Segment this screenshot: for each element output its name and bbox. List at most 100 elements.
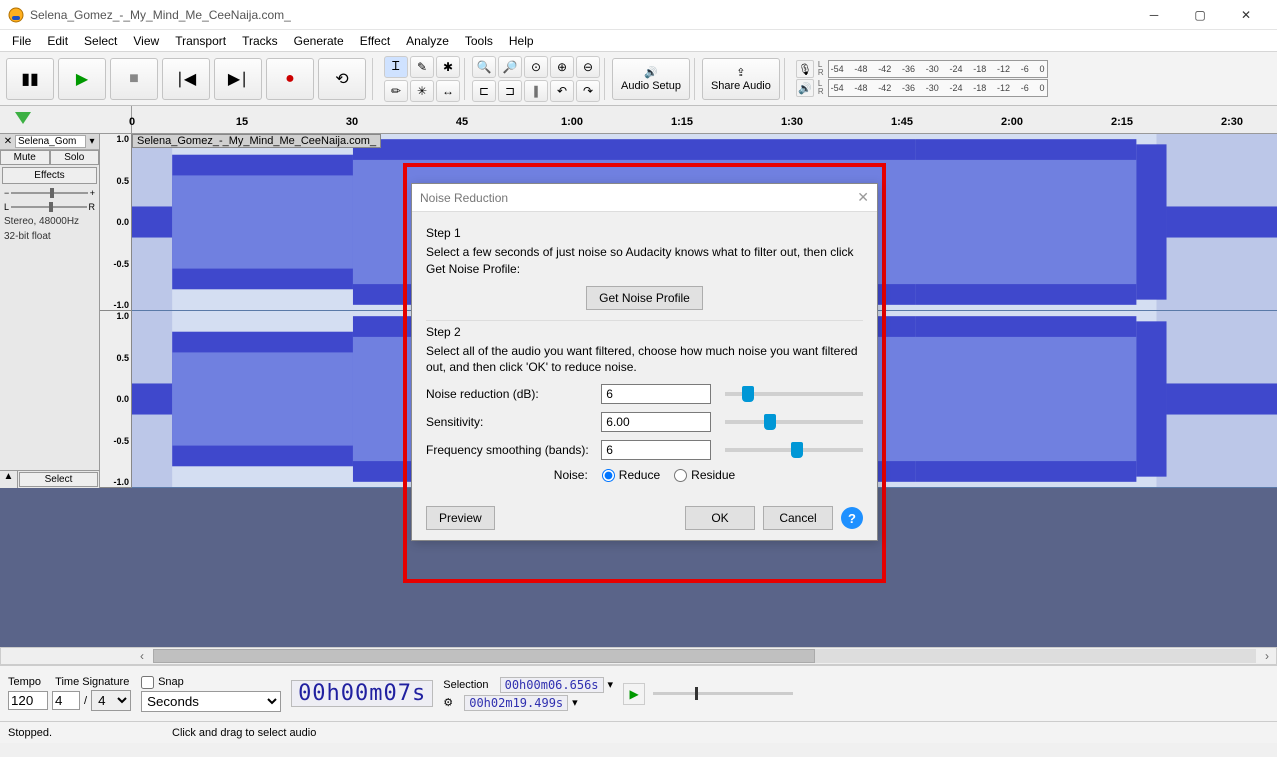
track-select-button[interactable]: Select [19,472,98,487]
ruler-ticks[interactable]: 01530451:001:151:301:452:002:152:30 [132,106,1277,133]
snap-label: Snap [158,676,184,688]
menu-analyze[interactable]: Analyze [398,32,457,50]
ok-button[interactable]: OK [685,506,755,530]
selection-end[interactable]: 00h02m19.499s [464,695,568,711]
timesig-label: Time Signature [55,676,129,688]
frequency-smoothing-slider[interactable] [725,448,863,452]
loop-button[interactable]: ⟲ [318,58,366,100]
toolbar-divider [694,58,698,100]
undo-button[interactable]: ↶ [550,80,574,102]
selection-start[interactable]: 00h00m06.656s [500,677,604,693]
envelope-tool[interactable]: ✎ [410,56,434,78]
bottom-toolbar: Tempo Time Signature / 4 Snap Seconds 00… [0,665,1277,721]
noise-reduction-slider[interactable] [725,392,863,396]
timesig-numerator[interactable] [52,691,80,710]
scroll-right-button[interactable]: › [1258,649,1276,663]
silence-button[interactable]: ⊐ [498,80,522,102]
sensitivity-slider[interactable] [725,420,863,424]
collapse-button[interactable]: ▲ [0,471,18,488]
zoom-toggle-button[interactable]: ⊖ [576,56,600,78]
snap-checkbox[interactable] [141,676,154,689]
track-name[interactable]: Selena_Gom [15,135,86,148]
tempo-input[interactable] [8,691,48,710]
fit-selection-button[interactable]: ⊙ [524,56,548,78]
menu-view[interactable]: View [125,32,167,50]
play-at-speed-button[interactable]: ▶ [623,683,645,705]
share-audio-button[interactable]: ⇪ Share Audio [702,58,780,100]
redo-button[interactable]: ↷ [576,80,600,102]
residue-radio[interactable]: Residue [674,468,735,482]
zoom-tool[interactable]: ✳ [410,80,434,102]
multi-tool[interactable]: ✱ [436,56,460,78]
gain-slider[interactable]: −+ [4,188,95,198]
zoom-in-button[interactable]: 🔍 [472,56,496,78]
menu-tracks[interactable]: Tracks [234,32,286,50]
help-button[interactable]: ? [841,507,863,529]
menu-select[interactable]: Select [76,32,125,50]
zoom-out-button[interactable]: 🔎 [498,56,522,78]
menu-help[interactable]: Help [501,32,542,50]
record-button[interactable]: ● [266,58,314,100]
track-menu-button[interactable]: ▾ [86,136,98,147]
menu-generate[interactable]: Generate [286,32,352,50]
toolbar-divider [372,58,376,100]
main-toolbar: ▮▮ ▶ ■ ∣◀ ▶∣ ● ⟲ Ꮖ ✎ ✱ ✏ ✳ ↔ 🔍 🔎 ⊙ ⊕ ⊖ ⊏… [0,52,1277,106]
get-noise-profile-button[interactable]: Get Noise Profile [586,286,703,310]
sensitivity-label: Sensitivity: [426,415,593,429]
playback-meter[interactable]: -54-48-42-36-30-24-18-12-60 [828,79,1048,97]
selection-tool[interactable]: Ꮖ [384,56,408,78]
mute-button[interactable]: Mute [0,150,50,165]
sensitivity-input[interactable] [601,412,711,432]
scroll-left-button[interactable]: ‹ [133,649,151,663]
draw-tool[interactable]: ✏ [384,80,408,102]
solo-button[interactable]: Solo [50,150,100,165]
gear-icon[interactable]: ⚙ [443,696,453,709]
maximize-button[interactable]: ▢ [1177,0,1223,30]
play-icon: ▶ [76,69,88,89]
record-meter-icon[interactable]: 🎙 [796,60,814,78]
clip-title[interactable]: Selena_Gomez_-_My_Mind_Me_CeeNaija.com_ [132,134,381,148]
frequency-smoothing-input[interactable] [601,440,711,460]
menu-tools[interactable]: Tools [457,32,501,50]
audio-setup-button[interactable]: 🔊 Audio Setup [612,58,690,100]
effects-button[interactable]: Effects [2,167,97,184]
skip-end-button[interactable]: ▶∣ [214,58,262,100]
trim-button[interactable]: ⊏ [472,80,496,102]
time-display[interactable]: 00h00m07s [291,680,433,707]
scrollbar-thumb[interactable] [153,649,815,663]
play-button[interactable]: ▶ [58,58,106,100]
timesig-denominator[interactable]: 4 [91,690,131,711]
ruler-tick: 1:00 [561,116,583,128]
sync-lock-button[interactable]: ∥ [524,80,548,102]
minimize-button[interactable]: ─ [1131,0,1177,30]
stop-button[interactable]: ■ [110,58,158,100]
dialog-close-button[interactable]: ✕ [857,189,869,206]
ruler-tick: 2:30 [1221,116,1243,128]
menu-edit[interactable]: Edit [39,32,76,50]
menu-file[interactable]: File [4,32,39,50]
reduce-radio[interactable]: Reduce [602,468,660,482]
timeline-ruler[interactable]: 01530451:001:151:301:452:002:152:30 [0,106,1277,134]
timeshift-tool[interactable]: ↔ [436,80,460,102]
playback-meter-icon[interactable]: 🔊 [796,79,814,97]
record-meter[interactable]: -54-48-42-36-30-24-18-12-60 [828,60,1048,78]
preview-button[interactable]: Preview [426,506,495,530]
track-close-button[interactable]: ✕ [1,136,15,147]
pause-button[interactable]: ▮▮ [6,58,54,100]
pan-slider[interactable]: LR [4,202,95,212]
ruler-tick: 2:00 [1001,116,1023,128]
menu-transport[interactable]: Transport [167,32,234,50]
snap-select[interactable]: Seconds [141,691,281,712]
ruler-tick: 2:15 [1111,116,1133,128]
toolbar-divider [464,58,468,100]
cancel-button[interactable]: Cancel [763,506,833,530]
menu-effect[interactable]: Effect [352,32,398,50]
noise-reduction-input[interactable] [601,384,711,404]
track-rate-info: Stereo, 48000Hz [0,214,99,229]
close-button[interactable]: ✕ [1223,0,1269,30]
fit-project-button[interactable]: ⊕ [550,56,574,78]
playback-speed-slider[interactable] [653,692,793,695]
track-format-info: 32-bit float [0,229,99,244]
skip-start-button[interactable]: ∣◀ [162,58,210,100]
horizontal-scrollbar[interactable]: ‹ › [0,647,1277,665]
